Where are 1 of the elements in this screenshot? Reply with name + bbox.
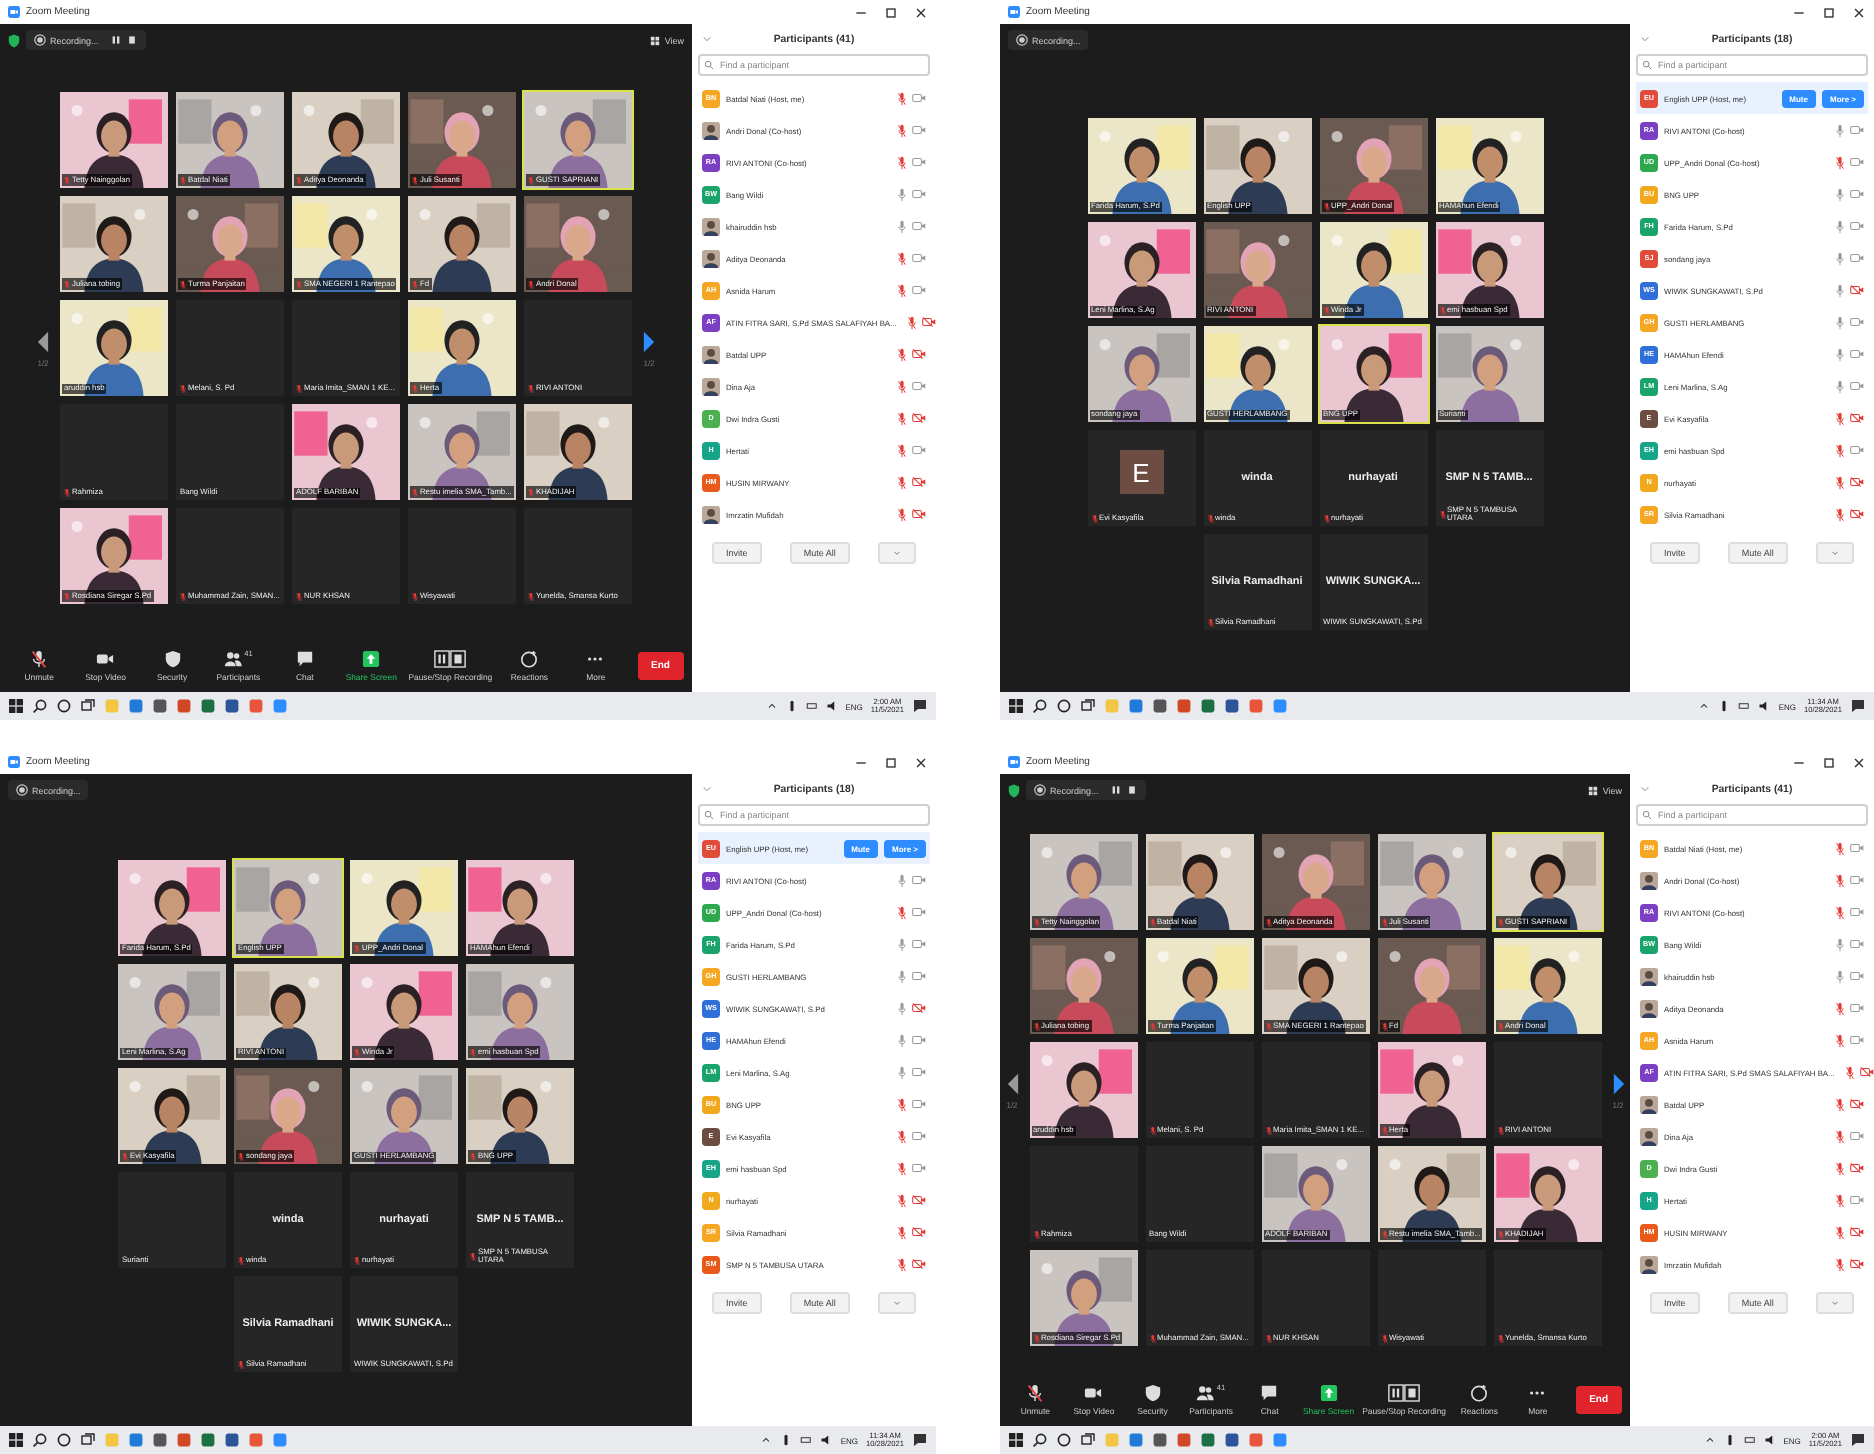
avatar-initial: E [1119, 450, 1163, 494]
